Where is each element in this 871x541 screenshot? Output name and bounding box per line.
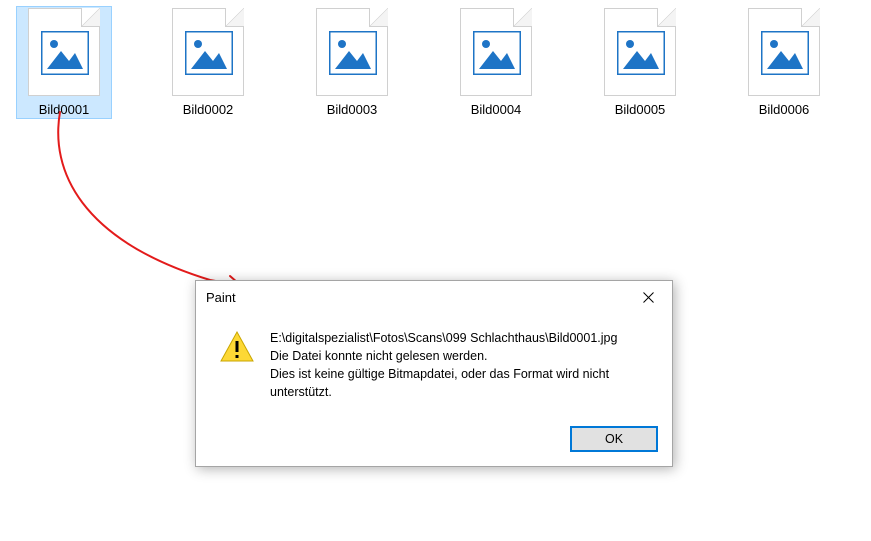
dialog-title: Paint	[206, 290, 236, 305]
image-file-icon	[316, 8, 388, 96]
dialog-buttons: OK	[196, 416, 672, 466]
dialog-titlebar[interactable]: Paint	[196, 281, 672, 313]
file-item[interactable]: Bild0005	[592, 6, 688, 119]
dialog-line1: Die Datei konnte nicht gelesen werden.	[270, 347, 652, 365]
warning-icon	[220, 331, 254, 402]
file-label: Bild0005	[615, 102, 666, 117]
picture-icon	[41, 31, 89, 75]
file-label: Bild0001	[39, 102, 90, 117]
image-file-icon	[28, 8, 100, 96]
picture-icon	[617, 31, 665, 75]
annotation-arrow	[30, 110, 270, 300]
error-dialog: Paint E:\digitalspezialist\Fotos\Scans\0…	[195, 280, 673, 467]
file-item[interactable]: Bild0003	[304, 6, 400, 119]
dialog-body: E:\digitalspezialist\Fotos\Scans\099 Sch…	[196, 313, 672, 416]
close-button[interactable]	[626, 282, 670, 312]
file-label: Bild0003	[327, 102, 378, 117]
file-item[interactable]: Bild0001	[16, 6, 112, 119]
picture-icon	[473, 31, 521, 75]
picture-icon	[761, 31, 809, 75]
file-item[interactable]: Bild0006	[736, 6, 832, 119]
file-item[interactable]: Bild0004	[448, 6, 544, 119]
file-item[interactable]: Bild0002	[160, 6, 256, 119]
image-file-icon	[748, 8, 820, 96]
file-label: Bild0004	[471, 102, 522, 117]
file-label: Bild0006	[759, 102, 810, 117]
dialog-message: E:\digitalspezialist\Fotos\Scans\099 Sch…	[270, 329, 652, 402]
file-label: Bild0002	[183, 102, 234, 117]
image-file-icon	[460, 8, 532, 96]
dialog-line2: Dies ist keine gültige Bitmapdatei, oder…	[270, 365, 652, 401]
picture-icon	[329, 31, 377, 75]
dialog-path: E:\digitalspezialist\Fotos\Scans\099 Sch…	[270, 329, 652, 347]
image-file-icon	[604, 8, 676, 96]
close-icon	[643, 292, 654, 303]
ok-button[interactable]: OK	[570, 426, 658, 452]
picture-icon	[185, 31, 233, 75]
image-file-icon	[172, 8, 244, 96]
file-grid: Bild0001 Bild0002 Bild0003	[0, 0, 871, 125]
